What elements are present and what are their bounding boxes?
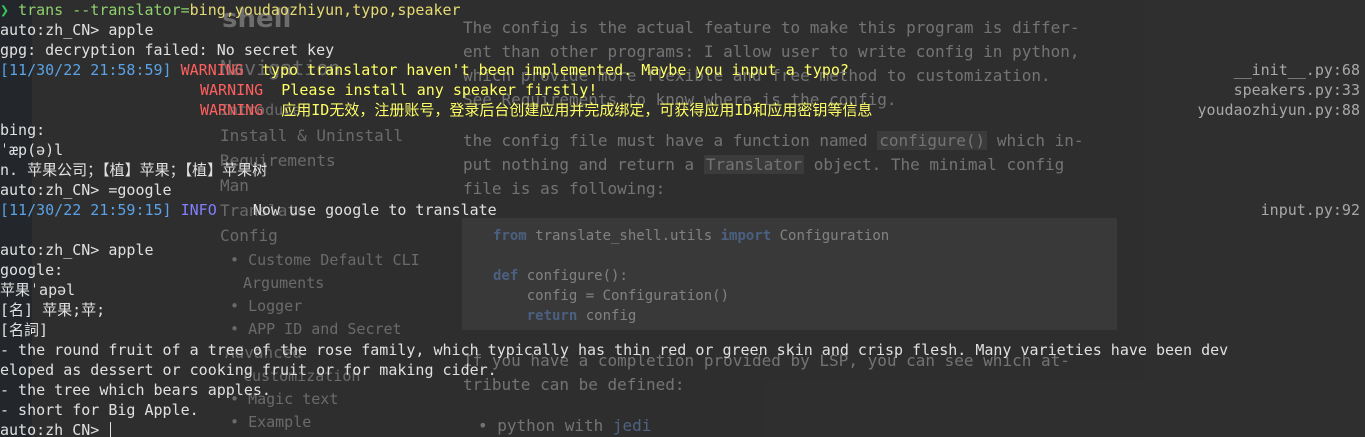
log-line: [11/30/22 21:59:15] INFO Now use google … xyxy=(0,200,497,220)
screen: shell Navigation Introduce Install & Uni… xyxy=(0,0,1365,437)
text-cursor xyxy=(110,422,112,437)
log-source: __init__.py:68 xyxy=(1233,61,1360,79)
google-phonetic: ˈapəl xyxy=(30,281,76,299)
command-line: ❯ trans --translator=bing,youdaozhiyun,t… xyxy=(0,0,461,20)
google-word-line: 苹果ˈapəl xyxy=(0,280,75,300)
terminal[interactable]: ❯ trans --translator=bing,youdaozhiyun,t… xyxy=(0,0,1365,437)
log-message: Now use google to translate xyxy=(216,201,497,219)
log-line: WARNING 应用ID无效，注册账号，登录后台创建应用并完成绑定，可获得应用I… xyxy=(200,100,872,120)
google-noun-ja: [名詞] xyxy=(0,321,49,339)
bing-phonetic: ˈæp(ə)l xyxy=(0,141,64,159)
google-label: google: xyxy=(0,261,64,279)
bing-label: bing: xyxy=(0,121,46,139)
google-definition: - the round fruit of a tree of the rose … xyxy=(0,341,1229,359)
log-message: 应用ID无效，注册账号，登录后台创建应用并完成绑定，可获得应用ID和应用密钥等信… xyxy=(263,101,873,119)
repl-input-line: auto:zh_CN> apple xyxy=(0,240,154,260)
repl-prompt: auto:zh_CN> xyxy=(0,21,109,39)
repl-input-line: auto:zh_CN> =google xyxy=(0,180,172,200)
log-timestamp: [11/30/22 21:59:15] xyxy=(0,201,172,219)
log-level-warning: WARNING xyxy=(200,81,264,99)
log-line: [11/30/22 21:58:59] WARNING typo transla… xyxy=(0,60,849,80)
log-level-warning: WARNING xyxy=(200,101,264,119)
log-source: speakers.py:33 xyxy=(1233,81,1360,99)
bing-definition: n. 苹果公司；【植】苹果；【植】苹果树 xyxy=(0,161,268,179)
log-message: Please install any speaker firstly! xyxy=(263,81,598,99)
log-timestamp: [11/30/22 21:58:59] xyxy=(0,61,172,79)
google-definition-cont: eloped as dessert or cooking fruit or fo… xyxy=(0,361,497,379)
command-args: --translator= xyxy=(63,1,190,19)
repl-input-line[interactable]: auto:zh_CN> xyxy=(0,420,112,437)
log-line: WARNING Please install any speaker first… xyxy=(200,80,597,100)
log-source: youdaozhiyun.py:88 xyxy=(1197,101,1360,119)
log-message: typo translator haven't been implemented… xyxy=(243,61,849,79)
google-definition: - short for Big Apple. xyxy=(0,401,199,419)
repl-input-line: auto:zh_CN> apple xyxy=(0,20,154,40)
log-source: input.py:92 xyxy=(1260,201,1360,219)
gpg-error-line: gpg: decryption failed: No secret key xyxy=(0,41,335,59)
repl-input: apple xyxy=(108,241,154,259)
log-level-info: INFO xyxy=(180,201,217,219)
prompt-arrow-icon: ❯ xyxy=(0,1,10,19)
repl-input: =google xyxy=(108,181,172,199)
log-level-warning: WARNING xyxy=(180,61,244,79)
command-arg-value: bing,youdaozhiyun,typo,speaker xyxy=(189,1,461,19)
repl-prompt: auto:zh_CN> xyxy=(0,421,109,437)
repl-input: apple xyxy=(108,21,154,39)
google-noun-zh: [名] 苹果;苹; xyxy=(0,301,106,319)
repl-prompt: auto:zh_CN> xyxy=(0,241,109,259)
repl-prompt: auto:zh_CN> xyxy=(0,181,109,199)
command-name: trans xyxy=(18,1,64,19)
google-definition: - the tree which bears apples. xyxy=(0,381,271,399)
google-word: 苹果 xyxy=(0,281,31,299)
